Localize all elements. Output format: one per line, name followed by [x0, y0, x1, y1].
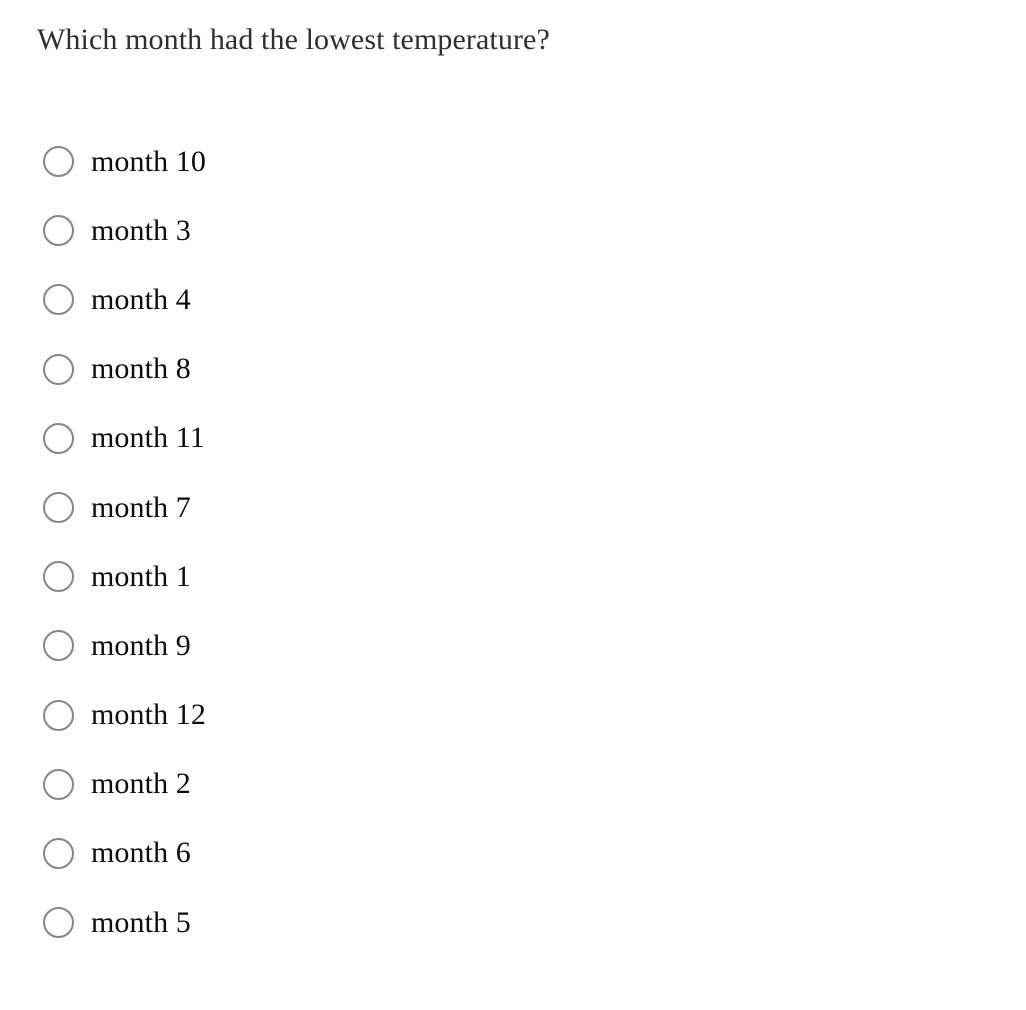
- answer-option-label: month 9: [91, 628, 191, 662]
- radio-button-icon[interactable]: [43, 353, 74, 385]
- answer-option-row[interactable]: month 3: [0, 196, 1026, 265]
- radio-button-icon[interactable]: [43, 492, 74, 524]
- answer-option-row[interactable]: month 7: [0, 473, 1026, 542]
- answer-option-row[interactable]: month 12: [0, 681, 1026, 750]
- radio-button-icon[interactable]: [43, 768, 74, 800]
- answer-option-label: month 1: [91, 559, 191, 593]
- answer-option-label: month 10: [91, 144, 206, 178]
- answer-option-label: month 6: [91, 836, 191, 870]
- answer-option-row[interactable]: month 1: [0, 542, 1026, 611]
- answer-option-label: month 5: [91, 905, 191, 939]
- radio-button-icon[interactable]: [43, 422, 74, 454]
- answer-option-row[interactable]: month 4: [0, 265, 1026, 334]
- answer-option-row[interactable]: month 9: [0, 611, 1026, 680]
- answer-option-label: month 12: [91, 698, 206, 732]
- answer-option-label: month 2: [91, 767, 191, 801]
- answer-option-label: month 4: [91, 282, 191, 316]
- answer-option-label: month 3: [91, 213, 191, 247]
- answer-option-label: month 11: [91, 421, 205, 455]
- answer-options-list: month 10 month 3 month 4 month 8 month 11 mon…: [0, 127, 1026, 957]
- radio-button-icon[interactable]: [43, 630, 74, 662]
- answer-option-label: month 7: [91, 490, 191, 524]
- answer-option-row[interactable]: month 11: [0, 404, 1026, 473]
- radio-button-icon[interactable]: [43, 284, 74, 316]
- radio-button-icon[interactable]: [43, 146, 74, 178]
- answer-option-label: month 8: [91, 352, 191, 386]
- radio-button-icon[interactable]: [43, 907, 74, 939]
- radio-button-icon[interactable]: [43, 837, 74, 869]
- answer-option-row[interactable]: month 10: [0, 127, 1026, 196]
- answer-option-row[interactable]: month 8: [0, 335, 1026, 404]
- radio-button-icon[interactable]: [43, 561, 74, 593]
- question-text: Which month had the lowest temperature?: [37, 23, 550, 56]
- answer-option-row[interactable]: month 2: [0, 750, 1026, 819]
- answer-option-row[interactable]: month 6: [0, 819, 1026, 888]
- radio-button-icon[interactable]: [43, 699, 74, 731]
- question-page: Which month had the lowest temperature? …: [0, 0, 1026, 1010]
- radio-button-icon[interactable]: [43, 215, 74, 247]
- answer-option-row[interactable]: month 5: [0, 888, 1026, 957]
